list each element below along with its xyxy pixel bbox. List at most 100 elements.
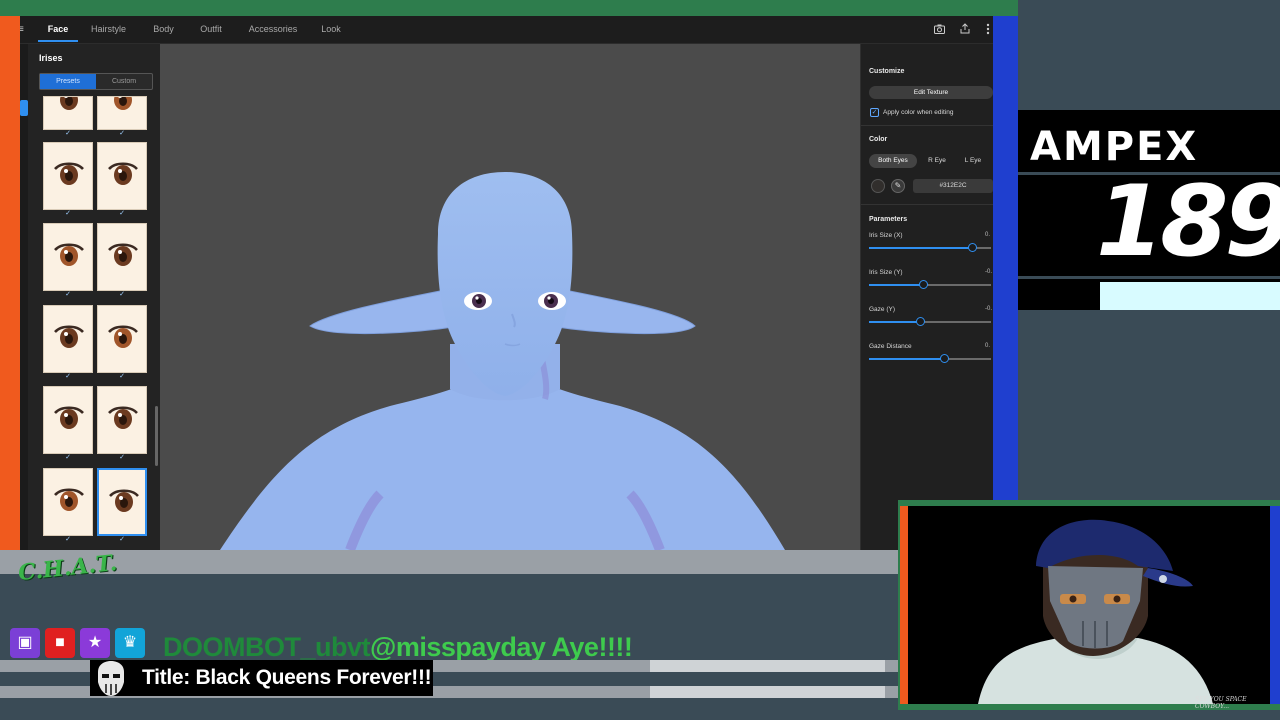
slider-handle[interactable] [919, 280, 929, 289]
iris-preset-thumbnail[interactable] [43, 468, 93, 536]
preset-check-icon: ✓ [65, 536, 71, 543]
parameter-label: Iris Size (Y) [869, 269, 903, 276]
edit-texture-button[interactable]: Edit Texture [869, 86, 993, 99]
stream-title: Title: Black Queens Forever!!! [142, 666, 432, 689]
iris-preset-thumbnail[interactable] [43, 142, 93, 210]
camera-icon[interactable] [934, 24, 945, 34]
customize-panel: Customize Edit Texture ✓ Apply color whe… [860, 44, 993, 550]
customize-title: Customize [869, 68, 905, 75]
parameters-title: Parameters [869, 216, 908, 223]
more-icon[interactable] [986, 23, 990, 35]
iris-preset-thumbnail[interactable] [43, 96, 93, 130]
crown-icon: ♛ [115, 628, 145, 658]
webcam-orange-edge [900, 506, 908, 704]
chat-username: DOOMBOT_ubvt [163, 632, 371, 662]
hex-color-field[interactable]: #312E2C [913, 179, 993, 193]
preset-check-icon: ✓ [65, 373, 71, 380]
both-eyes-button[interactable]: Both Eyes [869, 154, 917, 168]
slider-fill [869, 247, 973, 249]
iris-preview-icon [54, 325, 84, 348]
cyan-accent-bar [1100, 282, 1280, 310]
preset-check-icon: ✓ [119, 291, 125, 298]
slider-fill [869, 358, 945, 360]
parameter-value: -0. [985, 306, 993, 312]
slider-handle[interactable] [940, 354, 950, 363]
iris-grid: ✓ ✓ ✓ ✓ ✓ ✓ ✓ ✓ ✓ ✓ ✓ ✓ [20, 16, 160, 550]
star-icon: ★ [80, 628, 110, 658]
share-icon[interactable] [960, 23, 970, 34]
right-eye-button[interactable]: R Eye [921, 154, 953, 168]
parameter-slider[interactable] [869, 358, 991, 360]
iris-preset-thumbnail[interactable] [43, 305, 93, 373]
apply-color-checkbox[interactable]: ✓ [870, 108, 879, 117]
camera-icon: ■ [45, 628, 75, 658]
title-stripe-light [650, 686, 885, 698]
eyedropper-icon[interactable]: ✎ [891, 179, 905, 193]
overlay-left-bar [0, 16, 20, 550]
slider-handle[interactable] [968, 243, 978, 252]
iris-preview-icon [60, 97, 78, 110]
parameter-label: Gaze (Y) [869, 306, 896, 313]
left-eye-button[interactable]: L Eye [957, 154, 989, 168]
iris-preview-icon [108, 325, 138, 348]
color-title: Color [869, 136, 888, 143]
slider-fill [869, 321, 921, 323]
tab-look[interactable]: Look [316, 16, 346, 43]
webcam-blue-edge [1270, 506, 1280, 704]
parameter-slider[interactable] [869, 284, 991, 286]
doom-mask-icon [98, 661, 124, 696]
preset-check-icon: ✓ [65, 454, 71, 461]
divider [861, 125, 993, 126]
parameter-label: Gaze Distance [869, 343, 912, 350]
iris-preview-icon [109, 489, 139, 512]
ampex-number: 189 [1096, 165, 1280, 279]
sidebar-scrollbar[interactable] [155, 406, 158, 466]
parameter-label: Iris Size (X) [869, 232, 903, 239]
iris-preset-thumbnail[interactable] [43, 386, 93, 454]
iris-preview-icon [54, 162, 84, 185]
iris-preset-thumbnail[interactable] [43, 223, 93, 291]
twitch-icon: ▣ [10, 628, 40, 658]
iris-preview-icon [108, 243, 138, 266]
title-stripe-light [650, 660, 885, 672]
iris-preview-icon [108, 406, 138, 429]
iris-preset-thumbnail[interactable] [97, 96, 147, 130]
chat-header-strip [0, 550, 898, 574]
preset-check-icon: ✓ [65, 210, 71, 217]
divider [861, 204, 993, 205]
color-swatch[interactable] [871, 179, 885, 193]
parameter-value: 0. [985, 232, 991, 238]
iris-preset-thumbnail[interactable] [97, 386, 147, 454]
parameter-value: -0. [985, 269, 993, 275]
iris-preview-icon [54, 243, 84, 266]
preset-check-icon: ✓ [119, 536, 125, 543]
preset-check-icon: ✓ [119, 373, 125, 380]
parameter-value: 0. [985, 343, 991, 349]
iris-preset-thumbnail[interactable] [97, 223, 147, 291]
apply-color-label: Apply color when editing [883, 109, 954, 116]
parameter-slider[interactable] [869, 321, 991, 323]
overlay-right-bar [993, 16, 1018, 500]
preset-check-icon: ✓ [65, 291, 71, 298]
masked-avatar [978, 519, 1213, 704]
overlay-top-bar [0, 0, 1018, 16]
iris-preset-thumbnail[interactable] [97, 305, 147, 373]
ampex-logo: AMPEX [1030, 124, 1199, 170]
iris-preview-icon [108, 162, 138, 185]
tab-outfit[interactable]: Outfit [193, 16, 229, 43]
tab-bar: ≡ Face Hairstyle Body Outfit Accessories… [20, 16, 993, 44]
preset-check-icon: ✓ [119, 130, 125, 137]
iris-preview-icon [114, 97, 132, 110]
3d-viewport[interactable] [160, 44, 860, 550]
slider-fill [869, 284, 924, 286]
chat-message: @misspayday Aye!!!! [370, 632, 633, 662]
avatar-editor-window: ≡ Face Hairstyle Body Outfit Accessories… [20, 16, 993, 550]
tab-accessories[interactable]: Accessories [243, 16, 303, 43]
iris-preview-icon [54, 406, 84, 429]
slider-handle[interactable] [915, 317, 925, 326]
preset-check-icon: ✓ [119, 454, 125, 461]
iris-preset-thumbnail[interactable] [97, 142, 147, 210]
iris-preview-icon [54, 488, 84, 511]
iris-preset-thumbnail[interactable] [97, 468, 147, 536]
webcam-caption: SEE YOU SPACE COWBOY... [1195, 696, 1247, 710]
